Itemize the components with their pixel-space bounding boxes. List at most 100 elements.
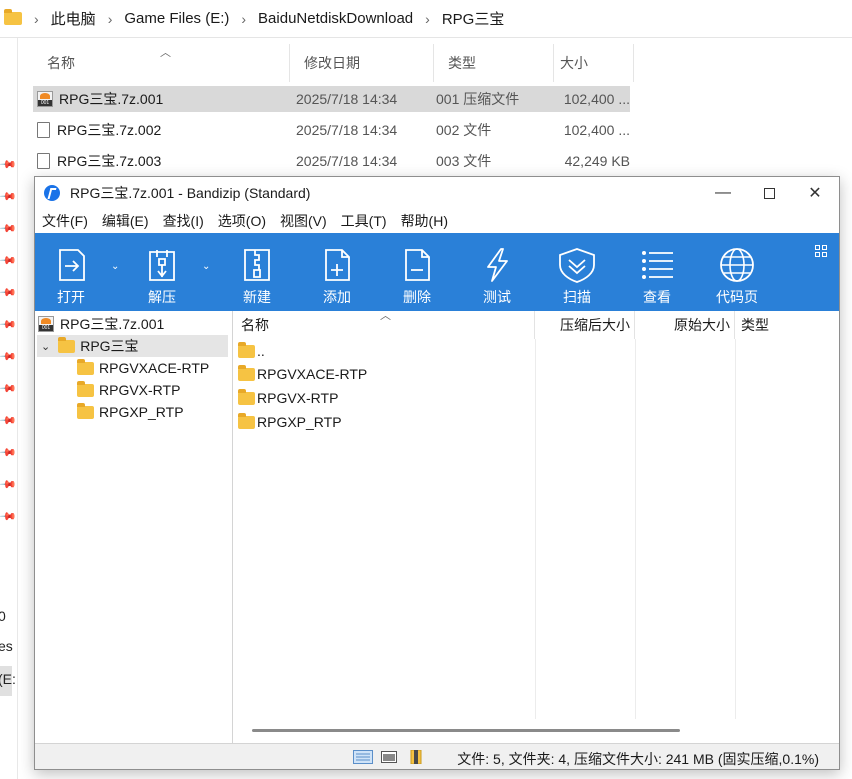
tree-item-label: RPG三宝 [80, 338, 139, 354]
test-button[interactable]: 测试 [461, 233, 533, 311]
file-type: 001 压缩文件 [436, 91, 520, 107]
pin-icon: 📌 [0, 443, 17, 462]
new-archive-button[interactable]: 新建 [221, 233, 293, 311]
breadcrumb-this-pc[interactable]: 此电脑 [51, 8, 96, 29]
folder-icon [4, 9, 22, 25]
folder-icon [77, 380, 94, 397]
add-button[interactable]: 添加 [301, 233, 373, 311]
add-label: 添加 [323, 289, 351, 305]
column-name[interactable]: ︿ 名称 [33, 44, 290, 82]
file-row[interactable]: RPG三宝.7z.002 2025/7/18 14:34 002 文件 102,… [33, 117, 630, 143]
file-icon [37, 153, 50, 169]
bandizip-window: RPG三宝.7z.001 - Bandizip (Standard) — ✕ 文… [34, 176, 840, 770]
extract-button[interactable]: 解压 [126, 233, 198, 311]
nav-fragment: 0 [0, 608, 6, 624]
tree-item-vxace[interactable]: RPGVXACE-RTP [77, 357, 209, 379]
status-bar: 文件: 5, 文件夹: 4, 压缩文件大小: 241 MB (固实压缩,0.1%… [35, 743, 839, 769]
column-divider [735, 339, 736, 719]
tree-item-label: RPGXP_RTP [99, 404, 184, 420]
column-original-size[interactable]: 原始大小 [635, 311, 735, 339]
list-item[interactable]: RPGVX-RTP [238, 386, 338, 410]
delete-label: 删除 [403, 289, 431, 305]
tree-item-label: RPGVXACE-RTP [99, 360, 210, 376]
list-item[interactable]: RPGXP_RTP [238, 410, 342, 434]
layout-grid-icon[interactable] [815, 245, 827, 257]
breadcrumb-current-folder[interactable]: RPG三宝 [442, 8, 505, 29]
close-button[interactable]: ✕ [792, 177, 838, 209]
file-icon [37, 122, 50, 138]
extract-dropdown-icon[interactable]: ⌄ [202, 261, 210, 272]
file-row[interactable]: RPG三宝.7z.001 2025/7/18 14:34 001 压缩文件 10… [33, 86, 630, 112]
menu-view[interactable]: 视图(V) [280, 211, 327, 231]
menu-edit[interactable]: 编辑(E) [102, 211, 149, 231]
test-icon [487, 248, 508, 282]
new-archive-label: 新建 [243, 289, 271, 305]
scan-button[interactable]: 扫描 [541, 233, 613, 311]
tree-item-archive[interactable]: RPG三宝.7z.001 [38, 313, 164, 335]
file-type: 003 文件 [436, 153, 492, 169]
nav-drive-item[interactable]: (E: [0, 666, 16, 696]
list-item-label: RPGXP_RTP [257, 414, 342, 430]
column-divider [535, 339, 536, 719]
extract-icon [149, 250, 175, 281]
folder-icon [58, 336, 76, 353]
test-label: 测试 [483, 289, 511, 305]
pin-icon: 📌 [0, 347, 17, 366]
list-item[interactable]: RPGVXACE-RTP [238, 362, 367, 386]
column-type[interactable]: 类型 [434, 44, 554, 82]
open-button[interactable]: 打开 [35, 233, 107, 311]
minimize-icon: — [715, 184, 731, 201]
tree-item-rpg[interactable]: ⌄ RPG三宝 [37, 335, 228, 357]
menu-file[interactable]: 文件(F) [42, 211, 88, 231]
menu-help[interactable]: 帮助(H) [401, 211, 448, 231]
minimize-button[interactable]: — [700, 177, 746, 209]
list-item-label: RPGVX-RTP [257, 390, 339, 406]
open-dropdown-icon[interactable]: ⌄ [111, 261, 119, 272]
tree-item-vx[interactable]: RPGVX-RTP [77, 379, 180, 401]
chevron-down-icon[interactable]: ⌄ [41, 340, 50, 353]
open-icon [59, 249, 85, 281]
add-icon [325, 249, 350, 281]
maximize-button[interactable] [746, 177, 792, 209]
codepage-button[interactable]: 代码页 [701, 233, 773, 311]
preview-pane-icon[interactable] [379, 750, 399, 764]
column-date[interactable]: 修改日期 [290, 44, 434, 82]
bandizip-archive-icon [37, 91, 53, 107]
column-type[interactable]: 类型 [735, 311, 839, 339]
sort-ascending-icon: ︿ [380, 310, 391, 322]
chevron-right-icon: › [34, 10, 39, 27]
column-packed-size[interactable]: 压缩后大小 [535, 311, 635, 339]
column-name-label: 名称 [241, 317, 269, 333]
file-list: 名称 ︿ 压缩后大小 原始大小 类型 .. RPGVXACE-RTP RPGVX… [234, 310, 839, 743]
breadcrumb-download-folder[interactable]: BaiduNetdiskDownload [258, 10, 413, 27]
close-icon: ✕ [808, 185, 822, 202]
column-size[interactable]: 大小 [554, 44, 634, 82]
view-button[interactable]: 查看 [621, 233, 693, 311]
pin-icon: 📌 [0, 379, 17, 398]
chevron-right-icon: › [425, 10, 430, 27]
sort-ascending-icon: ︿ [160, 47, 171, 59]
menu-options[interactable]: 选项(O) [218, 211, 266, 231]
pin-icon: 📌 [0, 411, 17, 430]
archive-info-icon[interactable] [407, 750, 427, 764]
file-size: 102,400 ... [563, 122, 630, 138]
column-name[interactable]: 名称 ︿ [234, 310, 535, 339]
details-view-icon[interactable] [353, 750, 373, 764]
folder-icon [238, 341, 255, 358]
list-item-parent[interactable]: .. [238, 339, 265, 363]
menu-tools[interactable]: 工具(T) [341, 211, 387, 231]
breadcrumb-drive[interactable]: Game Files (E:) [124, 10, 229, 27]
horizontal-scrollbar[interactable] [252, 729, 680, 732]
column-name-label: 名称 [47, 55, 75, 71]
pin-icon: 📌 [0, 507, 17, 526]
delete-button[interactable]: 删除 [381, 233, 453, 311]
column-original-label: 原始大小 [674, 317, 730, 333]
pin-icon: 📌 [0, 251, 17, 270]
menu-find[interactable]: 查找(I) [163, 211, 204, 231]
column-type-label: 类型 [741, 317, 769, 333]
file-row[interactable]: RPG三宝.7z.003 2025/7/18 14:34 003 文件 42,2… [33, 148, 630, 174]
tree-item-xp[interactable]: RPGXP_RTP [77, 401, 184, 423]
column-size-label: 大小 [560, 55, 588, 71]
explorer-column-header: ︿ 名称 修改日期 类型 大小 [33, 44, 634, 82]
title-bar[interactable]: RPG三宝.7z.001 - Bandizip (Standard) — ✕ [35, 177, 839, 209]
